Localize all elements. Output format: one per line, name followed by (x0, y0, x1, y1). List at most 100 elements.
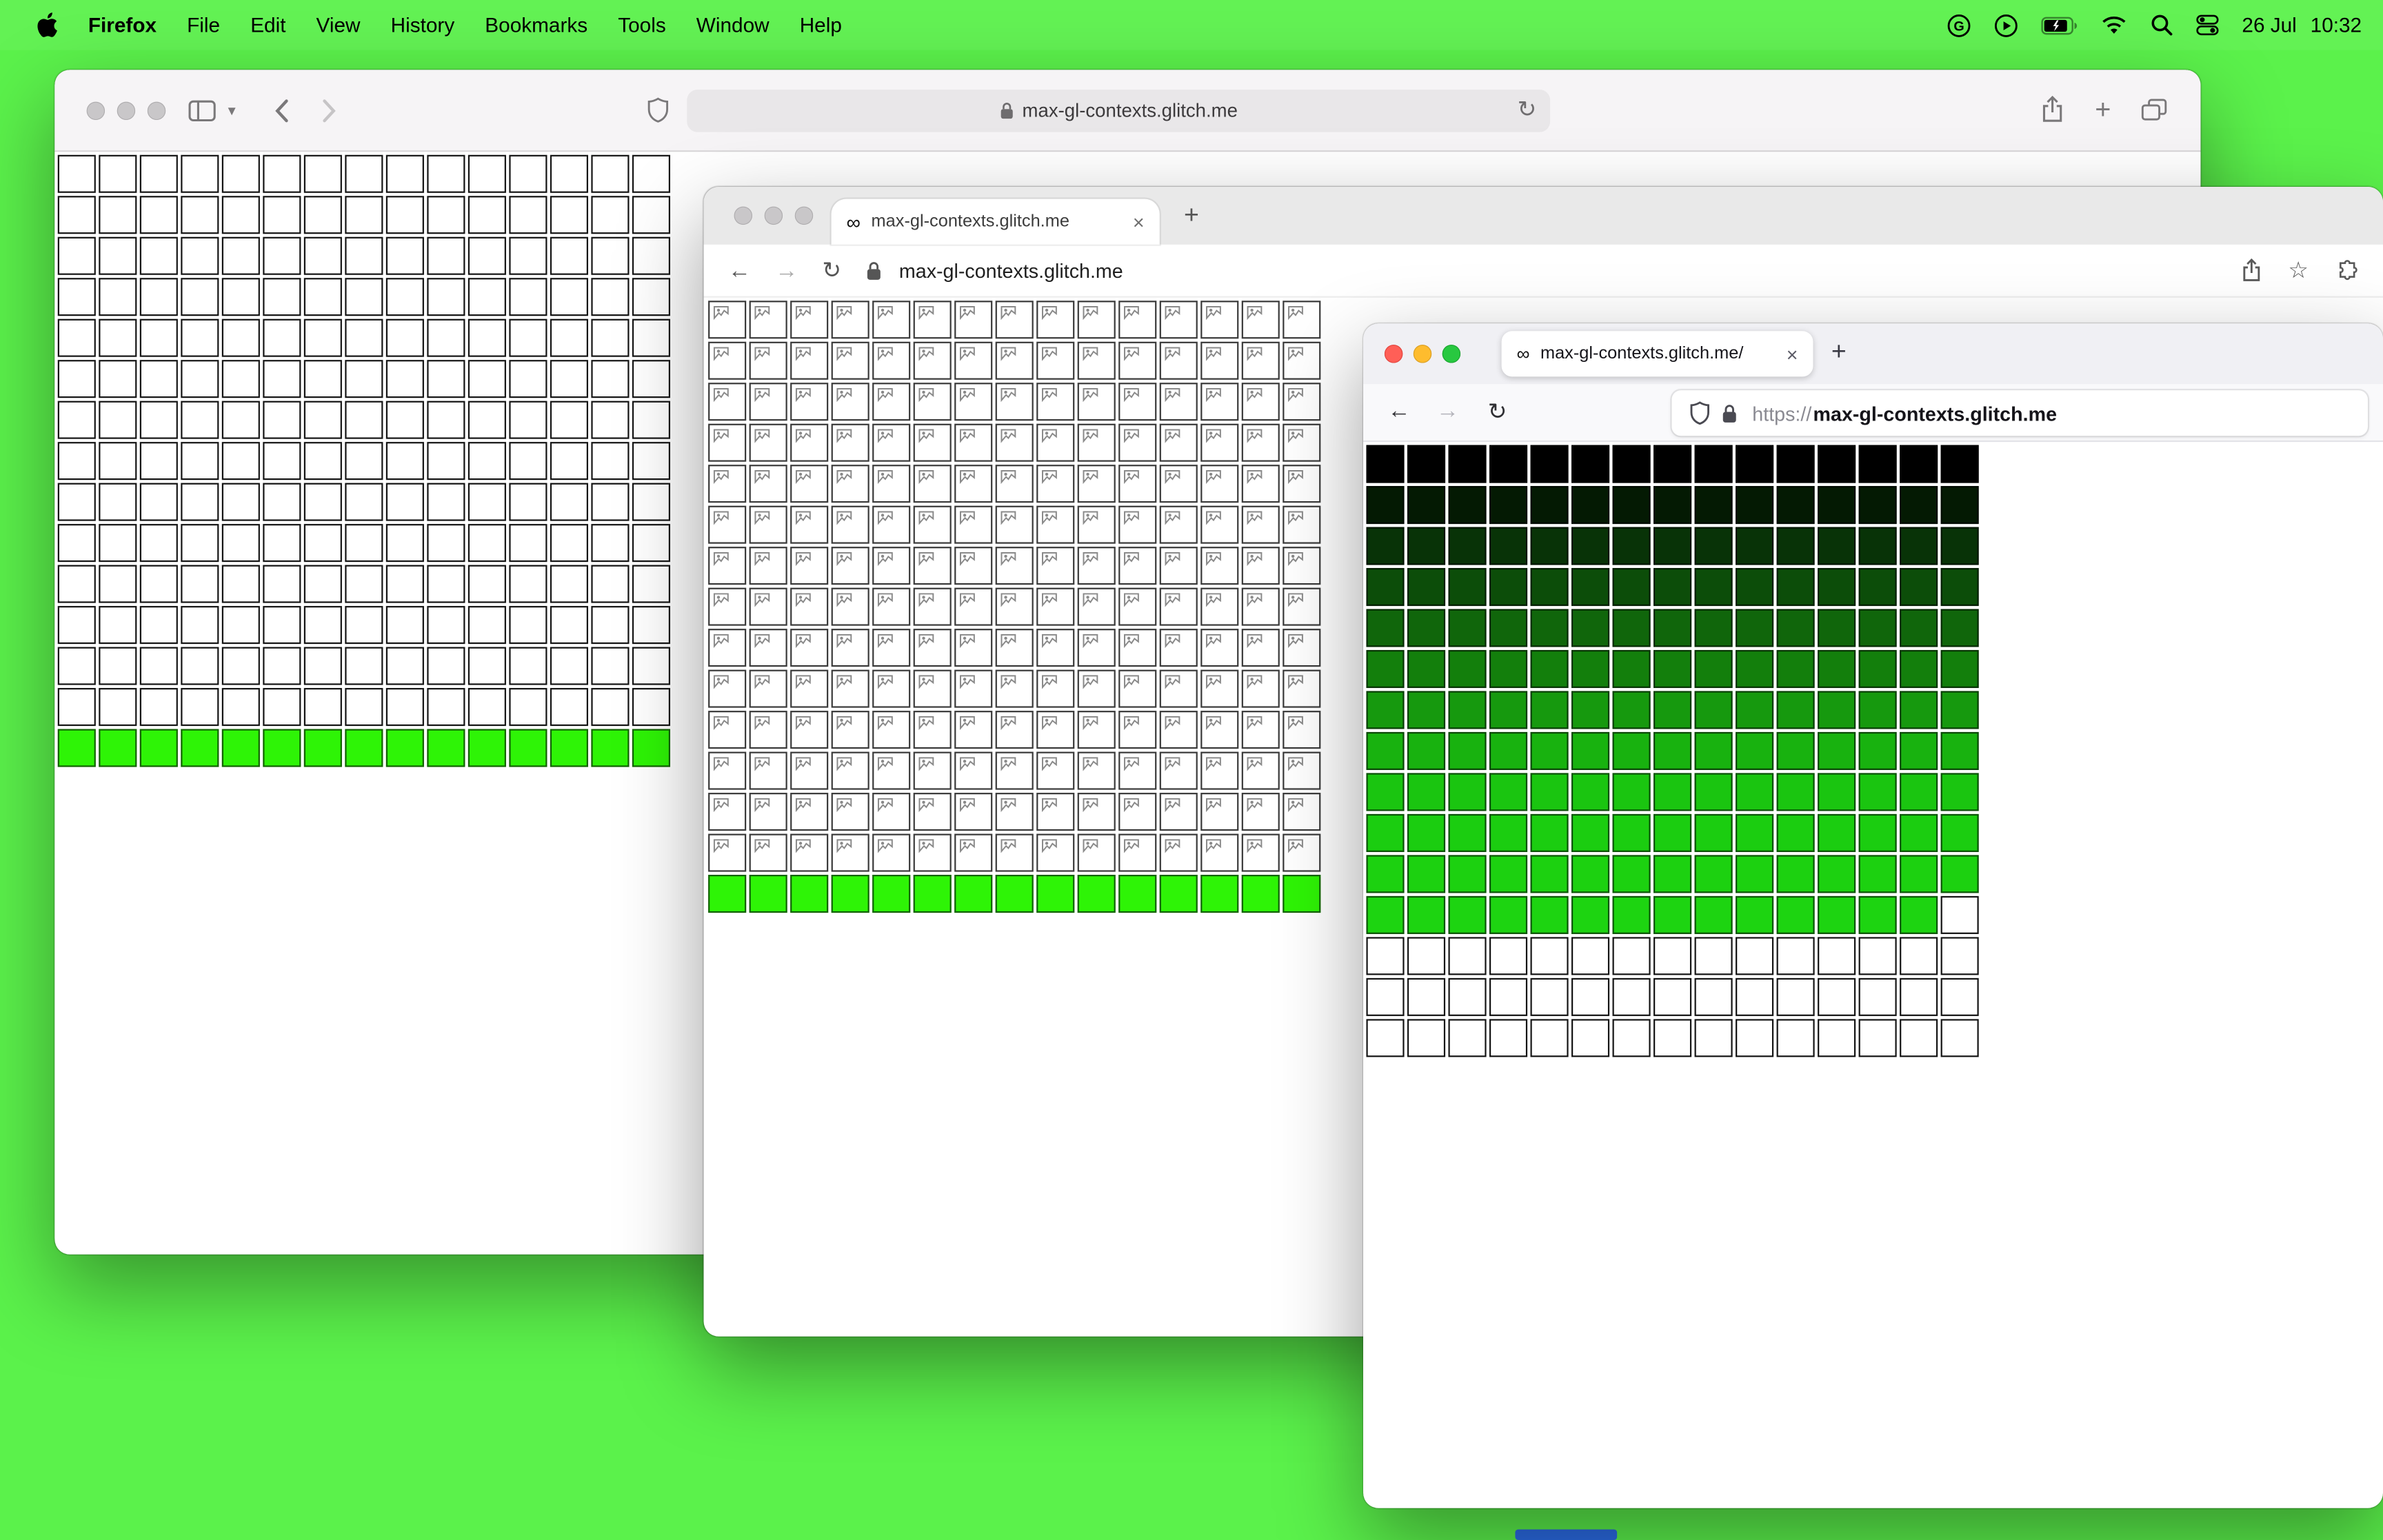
address-bar[interactable]: max-gl-contexts.glitch.me ↻ (687, 89, 1551, 132)
close-button[interactable] (86, 101, 105, 121)
broken-canvas-cell (831, 751, 869, 790)
menu-item-window[interactable]: Window (681, 14, 785, 37)
new-tab-button[interactable]: + (1184, 201, 1199, 231)
empty-canvas-cell (57, 401, 96, 439)
menu-item-tools[interactable]: Tools (603, 14, 681, 37)
back-button[interactable]: ← (728, 257, 751, 283)
empty-canvas-cell (99, 196, 137, 234)
colored-canvas-cell (1448, 855, 1487, 893)
empty-canvas-cell (385, 442, 424, 480)
colored-canvas-cell (1940, 649, 1979, 689)
empty-canvas-cell (99, 154, 137, 193)
svg-text:G: G (1954, 18, 1964, 33)
menu-item-history[interactable]: History (376, 14, 470, 37)
empty-canvas-cell (632, 524, 670, 563)
tab-group-chevron-icon[interactable]: ▾ (228, 103, 236, 120)
control-center-icon[interactable] (2196, 14, 2219, 37)
empty-canvas-cell (139, 236, 178, 275)
menu-item-bookmarks[interactable]: Bookmarks (470, 14, 603, 37)
broken-canvas-cell (1200, 547, 1239, 585)
back-button[interactable]: ← (1387, 398, 1410, 423)
menu-bar-clock[interactable]: 26 Jul 10:32 (2242, 14, 2362, 37)
colored-canvas-cell (1489, 855, 1528, 893)
forward-button[interactable]: → (775, 257, 798, 283)
broken-canvas-cell (913, 793, 952, 831)
menu-item-help[interactable]: Help (785, 14, 857, 37)
empty-canvas-cell (1612, 977, 1651, 1016)
back-button[interactable] (274, 99, 289, 123)
menu-item-file[interactable]: File (172, 14, 235, 37)
empty-canvas-cell (1448, 937, 1487, 975)
empty-canvas-cell (550, 401, 588, 439)
broken-image-icon (918, 593, 934, 607)
extensions-icon[interactable] (2336, 259, 2359, 282)
forward-button[interactable] (322, 99, 337, 123)
close-button[interactable] (734, 206, 753, 225)
share-icon[interactable] (2241, 258, 2261, 283)
reload-button[interactable]: ↻ (1518, 96, 1537, 123)
new-tab-button[interactable]: + (1831, 337, 1847, 367)
lock-icon[interactable] (1722, 403, 1737, 423)
broken-canvas-cell (913, 629, 952, 667)
site-security-lock-icon[interactable] (865, 261, 881, 281)
broken-image-icon (877, 429, 893, 443)
menu-item-edit[interactable]: Edit (235, 14, 301, 37)
empty-canvas-cell (467, 524, 506, 563)
broken-image-icon (918, 306, 934, 321)
media-play-icon[interactable] (1994, 13, 2018, 37)
broken-canvas-cell (913, 547, 952, 585)
menu-item-view[interactable]: View (301, 14, 376, 37)
sidebar-toggle-icon[interactable] (188, 100, 216, 122)
colored-canvas-cell (1694, 813, 1733, 852)
grammarly-icon[interactable]: G (1947, 13, 1971, 37)
broken-canvas-cell (749, 301, 787, 339)
app-menu-firefox[interactable]: Firefox (73, 14, 172, 37)
address-bar[interactable]: max-gl-contexts.glitch.me (899, 259, 1123, 282)
battery-icon[interactable] (2041, 16, 2078, 34)
broken-canvas-cell (831, 505, 869, 544)
zoom-button[interactable] (147, 101, 166, 121)
broken-image-icon (1124, 388, 1139, 403)
address-bar[interactable]: https:// max-gl-contexts.glitch.me (1671, 390, 2368, 436)
broken-canvas-cell (913, 751, 952, 790)
empty-canvas-cell (509, 524, 547, 563)
forward-button[interactable]: → (1436, 398, 1459, 423)
privacy-shield-icon[interactable] (647, 97, 669, 123)
empty-canvas-cell (467, 483, 506, 521)
broken-image-icon (795, 511, 811, 525)
wifi-icon[interactable] (2100, 15, 2128, 35)
browser-tab[interactable]: ∞ max-gl-contexts.glitch.me/ × (1501, 331, 1813, 377)
minimize-button[interactable] (1413, 345, 1432, 363)
broken-image-icon (959, 839, 975, 853)
colored-canvas-cell (1366, 813, 1405, 852)
zoom-button[interactable] (1442, 345, 1461, 363)
broken-canvas-cell (1036, 423, 1075, 462)
reload-button[interactable]: ↻ (822, 256, 841, 284)
spotlight-search-icon[interactable] (2151, 14, 2173, 37)
broken-image-icon (959, 347, 975, 361)
broken-canvas-cell (1118, 793, 1157, 831)
zoom-button[interactable] (794, 206, 814, 225)
browser-tab[interactable]: ∞ max-gl-contexts.glitch.me × (831, 199, 1160, 245)
broken-image-icon (713, 593, 729, 607)
broken-image-icon (1206, 634, 1221, 649)
colored-canvas-cell (1858, 813, 1897, 852)
tracking-protection-shield-icon[interactable] (1690, 401, 1710, 425)
tab-close-button[interactable]: × (1133, 210, 1145, 233)
apple-menu-icon[interactable] (21, 12, 73, 38)
colored-canvas-cell (1736, 567, 1774, 607)
broken-image-icon (1206, 511, 1221, 525)
broken-canvas-cell (1036, 465, 1075, 503)
new-tab-button[interactable]: + (2095, 96, 2111, 123)
broken-canvas-cell (831, 587, 869, 626)
tab-close-button[interactable]: × (1787, 343, 1798, 365)
minimize-button[interactable] (117, 101, 136, 121)
reload-button[interactable]: ↻ (1488, 398, 1507, 425)
close-button[interactable] (1384, 345, 1403, 363)
tab-overview-icon[interactable] (2141, 98, 2167, 121)
broken-canvas-cell (708, 587, 747, 626)
share-icon[interactable] (2042, 95, 2064, 123)
broken-canvas-cell (1200, 669, 1239, 708)
minimize-button[interactable] (764, 206, 783, 225)
bookmark-star-icon[interactable]: ☆ (2288, 256, 2309, 284)
